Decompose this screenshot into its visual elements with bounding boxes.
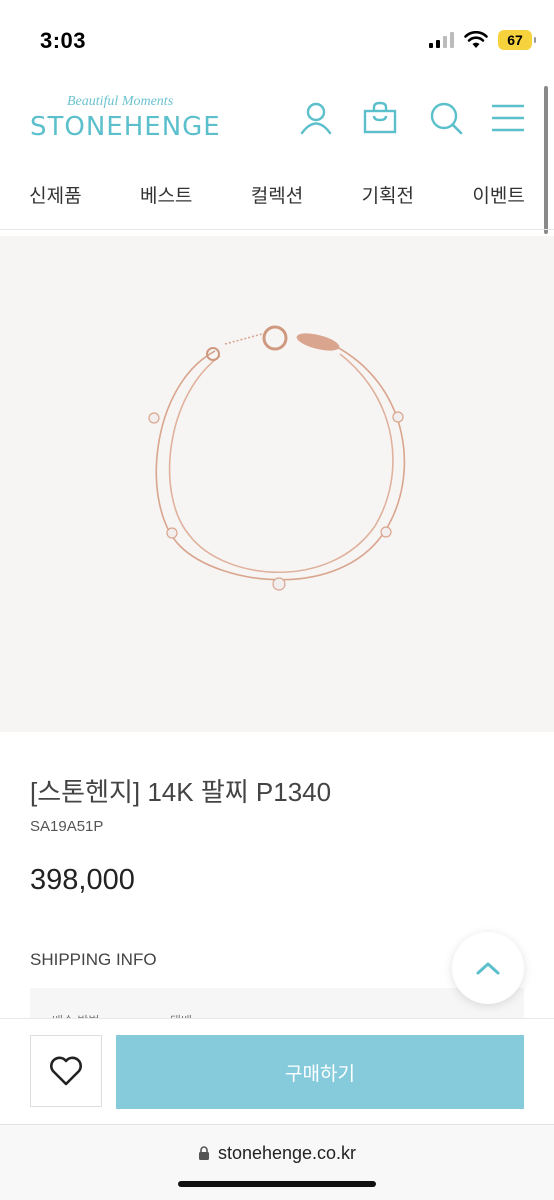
site-header: Beautiful Moments STONEHENGE bbox=[0, 80, 554, 160]
status-icons: 67 bbox=[429, 30, 536, 50]
product-price: 398,000 bbox=[30, 864, 135, 896]
product-code: SA19A51P bbox=[30, 818, 104, 835]
heart-icon bbox=[50, 1056, 82, 1086]
chevron-up-icon bbox=[476, 962, 500, 975]
category-nav: 신제품 베스트 컬렉션 기획전 이벤트 bbox=[0, 160, 554, 230]
nav-item-promotion[interactable]: 기획전 bbox=[332, 181, 443, 208]
wishlist-button[interactable] bbox=[30, 1035, 102, 1107]
wifi-icon bbox=[464, 31, 488, 48]
scroll-to-top-button[interactable] bbox=[452, 932, 524, 1004]
user-icon[interactable] bbox=[298, 100, 334, 136]
logo-tagline: Beautiful Moments bbox=[67, 94, 174, 109]
purchase-bar: 구매하기 bbox=[0, 1018, 554, 1124]
hamburger-menu-icon[interactable] bbox=[490, 100, 526, 136]
bracelet-image bbox=[148, 325, 406, 591]
nav-item-event[interactable]: 이벤트 bbox=[443, 181, 554, 208]
status-bar: 3:03 67 bbox=[0, 0, 554, 80]
buy-button[interactable]: 구매하기 bbox=[116, 1035, 524, 1109]
product-title: [스톤헨지] 14K 팔찌 P1340 bbox=[30, 777, 332, 807]
brand-logo[interactable]: STONEHENGE bbox=[30, 112, 221, 142]
shipping-info-heading[interactable]: SHIPPING INFO bbox=[30, 950, 157, 970]
browser-url-bar[interactable]: stonehenge.co.kr bbox=[0, 1124, 554, 1200]
status-time: 3:03 bbox=[40, 28, 87, 53]
product-image[interactable] bbox=[0, 236, 554, 732]
shopping-bag-icon[interactable] bbox=[362, 100, 398, 136]
nav-item-collection[interactable]: 컬렉션 bbox=[222, 181, 333, 208]
url-text: stonehenge.co.kr bbox=[217, 1143, 357, 1163]
lock-icon bbox=[198, 1146, 209, 1160]
url-display[interactable]: stonehenge.co.kr bbox=[0, 1143, 554, 1164]
search-icon[interactable] bbox=[428, 100, 464, 136]
nav-item-best[interactable]: 베스트 bbox=[111, 181, 222, 208]
cellular-signal-icon bbox=[429, 32, 454, 48]
home-indicator[interactable] bbox=[178, 1181, 376, 1187]
nav-item-new[interactable]: 신제품 bbox=[0, 181, 111, 208]
battery-indicator: 67 bbox=[498, 30, 536, 50]
